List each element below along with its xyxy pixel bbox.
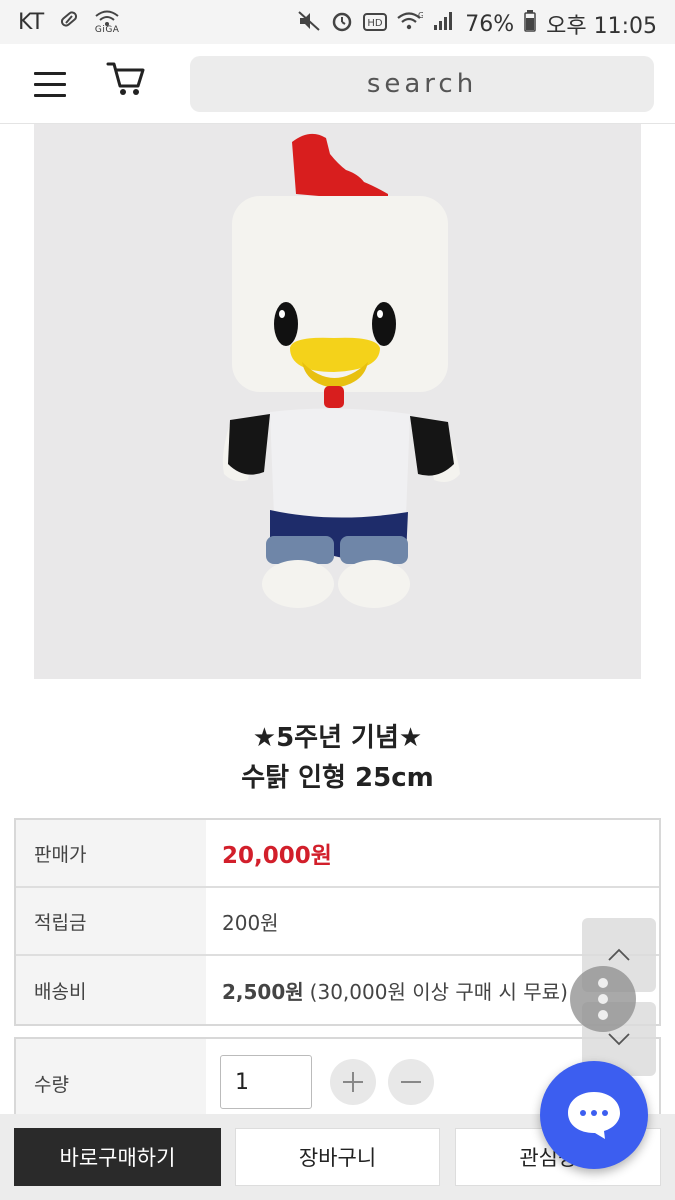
- chicken-plush-image: [222, 133, 460, 608]
- hamburger-menu-button[interactable]: [34, 70, 68, 98]
- dot: [598, 1010, 608, 1020]
- plus-icon: [343, 1072, 363, 1092]
- chevron-up-icon: [608, 948, 630, 961]
- price-label: 판매가: [16, 820, 206, 886]
- carrier-label: KT: [18, 9, 45, 35]
- dot: [598, 978, 608, 988]
- status-left: KT GiGA: [18, 8, 120, 36]
- minus-icon: [401, 1081, 421, 1083]
- product-title-line1: ★5주년 기념★: [252, 723, 423, 753]
- menu-line: [34, 94, 66, 97]
- menu-line: [34, 72, 66, 75]
- svg-text:G: G: [418, 11, 423, 20]
- wifi-icon: G: [397, 11, 424, 37]
- chat-button[interactable]: [540, 1061, 648, 1169]
- product-title: ★5주년 기념★ 수탉 인형 25cm: [0, 718, 675, 798]
- mute-icon: [297, 10, 321, 38]
- product-info-table: 판매가 20,000원 적립금 200원 배송비 2,500원 (30,000원…: [14, 818, 661, 1026]
- shipping-value: 2,500원: [222, 979, 304, 1004]
- product-title-line2: 수탉 인형 25cm: [241, 763, 434, 793]
- price-cell: 20,000원: [206, 820, 659, 886]
- price-value: 20,000원: [222, 843, 332, 869]
- buy-now-button[interactable]: 바로구매하기: [14, 1128, 221, 1186]
- battery-percent: 76%: [465, 11, 515, 37]
- chevron-down-icon: [608, 1033, 630, 1046]
- hd-icon: HD: [363, 12, 388, 37]
- search-input[interactable]: [190, 56, 654, 112]
- quantity-decrease-button[interactable]: [388, 1059, 434, 1105]
- chat-bubble-icon: [568, 1092, 620, 1139]
- points-label: 적립금: [16, 888, 206, 954]
- svg-text:HD: HD: [368, 18, 384, 29]
- cart-button[interactable]: [104, 58, 148, 102]
- quantity-increase-button[interactable]: [330, 1059, 376, 1105]
- status-right: HD G 76% 오후 11:05: [297, 8, 657, 40]
- menu-line: [34, 83, 66, 86]
- dot: [598, 994, 608, 1004]
- giga-label: GiGA: [94, 24, 120, 35]
- giga-wifi-icon: GiGA: [94, 10, 120, 35]
- status-bar: KT GiGA HD G 76% 오후 11:05: [0, 0, 675, 44]
- product-page: KT GiGA HD G 76% 오후 11:05 search ★5주년 기념…: [0, 0, 675, 1200]
- price-row: 판매가 20,000원: [16, 820, 659, 888]
- clock: 오후 11:05: [546, 14, 657, 39]
- quantity-input[interactable]: [220, 1055, 312, 1109]
- product-image: [34, 124, 641, 679]
- shopping-cart-icon: [106, 62, 145, 95]
- shipping-note: (30,000원 이상 구매 시 무료): [309, 979, 568, 1004]
- add-to-cart-button[interactable]: 장바구니: [235, 1128, 440, 1186]
- top-header: [0, 44, 675, 124]
- shipping-label: 배송비: [16, 956, 206, 1024]
- signal-icon: [433, 11, 455, 37]
- more-options-button[interactable]: [570, 966, 636, 1032]
- battery-icon: [524, 10, 536, 38]
- alarm-icon: [331, 10, 353, 38]
- points-row: 적립금 200원: [16, 888, 659, 956]
- shipping-row: 배송비 2,500원 (30,000원 이상 구매 시 무료): [16, 956, 659, 1024]
- pill-icon: [58, 8, 80, 36]
